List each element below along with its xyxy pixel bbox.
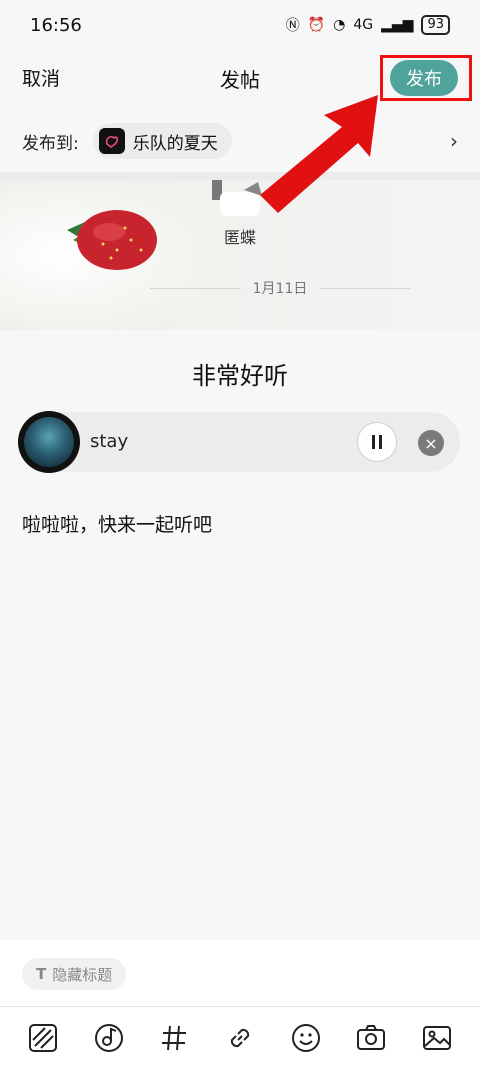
toolbar-divider bbox=[0, 1006, 480, 1007]
network-label: 4G bbox=[353, 17, 374, 33]
post-header-banner: 匿蝶 1月11日 bbox=[0, 180, 480, 330]
music-note-icon[interactable] bbox=[91, 1020, 127, 1056]
section-divider bbox=[0, 172, 480, 180]
slash-box-icon[interactable] bbox=[25, 1020, 61, 1056]
chevron-right-icon[interactable]: › bbox=[450, 129, 458, 153]
date-line-left bbox=[150, 287, 241, 289]
remove-music-button[interactable]: × bbox=[418, 430, 444, 456]
post-date: 1月11日 bbox=[252, 281, 308, 297]
close-icon: × bbox=[424, 433, 438, 453]
publish-to-label: 发布到: bbox=[22, 133, 79, 154]
bottom-panel: T 隐藏标题 bbox=[0, 940, 480, 1068]
wifi-icon: ◔ bbox=[333, 17, 346, 33]
status-time: 16:56 bbox=[30, 14, 82, 36]
pause-button[interactable] bbox=[357, 422, 397, 462]
post-title[interactable]: 非常好听 bbox=[0, 356, 480, 391]
date-line-right bbox=[319, 287, 411, 289]
hide-title-label: 隐藏标题 bbox=[52, 965, 113, 984]
album-art bbox=[18, 411, 80, 473]
channel-name: 乐队的夏天 bbox=[132, 133, 218, 154]
camera-icon[interactable] bbox=[353, 1020, 389, 1056]
link-icon[interactable] bbox=[222, 1020, 258, 1056]
post-body[interactable]: 啦啦啦，快来一起听吧 bbox=[22, 510, 212, 537]
battery-icon: 93 bbox=[421, 15, 450, 35]
alarm-icon: ⏰ bbox=[307, 17, 326, 33]
author-name: 匿蝶 bbox=[223, 228, 256, 247]
channel-logo-icon bbox=[98, 128, 125, 154]
nfc-icon: Ⓝ bbox=[285, 18, 300, 34]
status-bar: 16:56 Ⓝ ⏰ ◔ 4G ▂▄▆ 93 bbox=[0, 0, 480, 50]
text-t-icon: T bbox=[36, 965, 47, 983]
hashtag-icon[interactable] bbox=[156, 1020, 192, 1056]
emoji-icon[interactable] bbox=[288, 1020, 324, 1056]
editor-toolbar bbox=[0, 1016, 480, 1060]
music-card[interactable]: stay × bbox=[18, 411, 460, 473]
hide-title-button[interactable]: T 隐藏标题 bbox=[22, 958, 127, 990]
annotation-arrow bbox=[260, 95, 378, 213]
channel-chip[interactable]: 乐队的夏天 bbox=[92, 123, 232, 159]
publish-to-row[interactable]: 发布到: 乐队的夏天 › bbox=[0, 118, 480, 164]
image-icon[interactable] bbox=[419, 1020, 455, 1056]
signal-icon: ▂▄▆ bbox=[381, 17, 414, 33]
pause-icon bbox=[372, 435, 382, 449]
song-name: stay bbox=[90, 431, 129, 452]
status-icons: Ⓝ ⏰ ◔ 4G ▂▄▆ 93 bbox=[286, 15, 450, 35]
date-row: 1月11日 bbox=[150, 278, 411, 298]
